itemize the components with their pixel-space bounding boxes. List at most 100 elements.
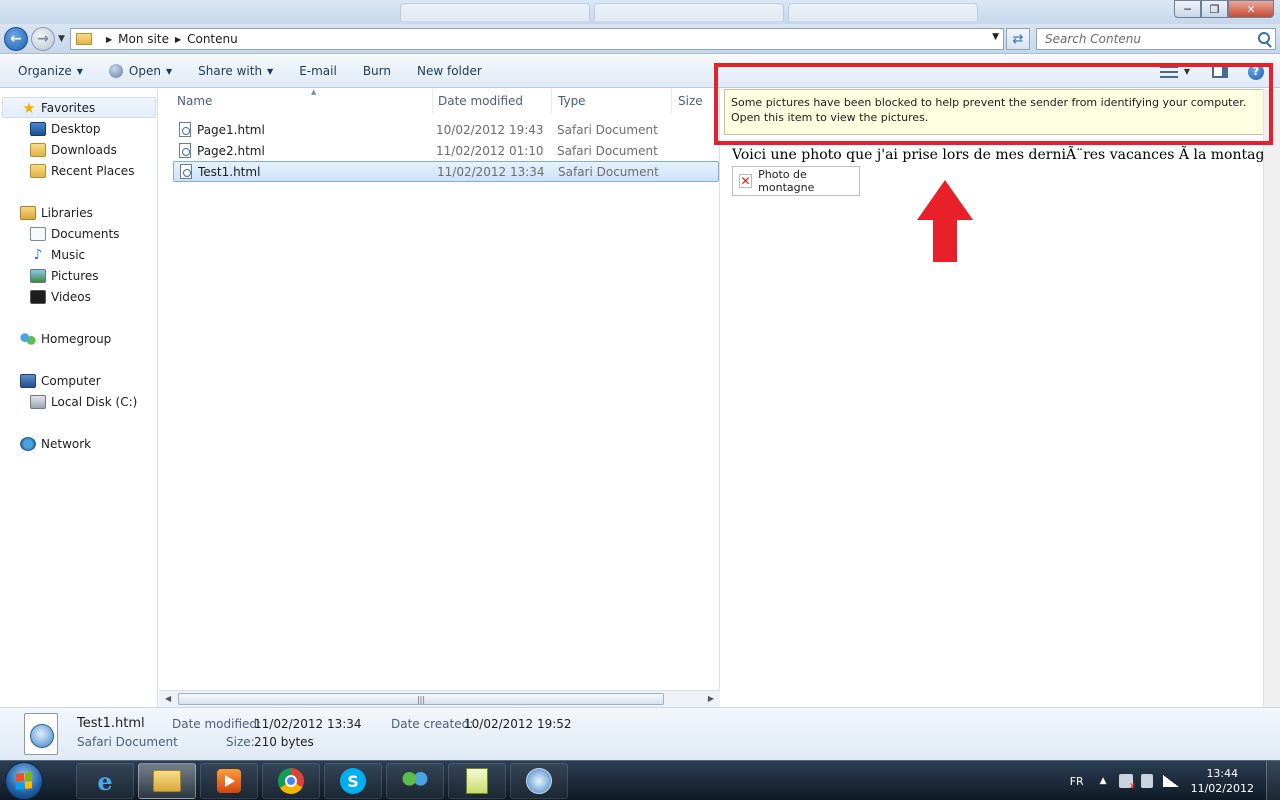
media-player-icon — [217, 769, 241, 793]
language-indicator[interactable]: FR — [1070, 775, 1084, 788]
nav-recent-places[interactable]: Recent Places — [30, 160, 134, 181]
breadcrumb-chevron-icon[interactable]: ▶ — [175, 35, 181, 44]
nav-local-disk-label: Local Disk (C:) — [51, 394, 138, 409]
new-folder-button[interactable]: New folder — [411, 59, 488, 83]
hard-drive-icon — [30, 394, 46, 409]
globe-icon — [108, 64, 123, 78]
background-tab[interactable] — [594, 3, 784, 21]
view-options-dropdown[interactable]: ▼ — [1184, 67, 1190, 76]
sort-ascending-icon: ▲ — [311, 88, 317, 96]
nav-videos[interactable]: Videos — [30, 286, 91, 307]
breadcrumb-chevron-icon[interactable]: ▶ — [106, 35, 112, 44]
email-label: E-mail — [299, 64, 337, 78]
scroll-right-icon[interactable]: ▶ — [708, 694, 714, 703]
scrollbar-thumb[interactable]: ||| — [178, 693, 664, 705]
taskbar-safari[interactable] — [510, 763, 568, 799]
nav-favorites[interactable]: ★ Favorites — [2, 97, 156, 118]
file-name: Test1.html — [198, 164, 261, 179]
nav-homegroup[interactable]: Homegroup — [20, 328, 111, 349]
forward-button[interactable]: → — [31, 27, 55, 51]
details-pane: Test1.html Safari Document Date modified… — [0, 707, 1280, 760]
column-name-label: Name — [177, 94, 213, 108]
minimize-button[interactable]: ─ — [1174, 0, 1201, 18]
recent-pages-dropdown[interactable]: ▼ — [58, 34, 65, 44]
messenger-users-icon — [401, 770, 429, 792]
help-icon[interactable]: ? — [1248, 63, 1264, 80]
horizontal-scrollbar[interactable]: ◀ ||| ▶ — [159, 690, 720, 707]
search-box[interactable] — [1036, 28, 1276, 50]
organize-button[interactable]: Organize ▼ — [12, 59, 89, 83]
documents-icon — [30, 226, 46, 241]
taskbar-ie[interactable]: e — [76, 763, 134, 799]
address-bar-row: ← → ▼ ▶ Mon site ▶ Contenu ▼ ⇄ — [0, 24, 1280, 54]
address-history-dropdown[interactable]: ▼ — [992, 32, 999, 42]
taskbar-notepad[interactable] — [448, 763, 506, 799]
nav-music[interactable]: ♪ Music — [30, 244, 86, 265]
clock-date: 11/02/2012 — [1190, 782, 1254, 795]
action-center-icon[interactable] — [1118, 774, 1137, 792]
file-row-test1[interactable]: Test1.html 11/02/2012 13:34 Safari Docum… — [173, 161, 719, 182]
taskbar-skype[interactable]: S — [324, 763, 382, 799]
nav-desktop[interactable]: Desktop — [30, 118, 101, 139]
power-icon[interactable] — [1140, 774, 1153, 788]
taskbar-media-player[interactable] — [200, 763, 258, 799]
show-hidden-icons-icon[interactable]: ▲ — [1100, 776, 1107, 786]
view-options-icon[interactable] — [1159, 65, 1178, 78]
search-input[interactable] — [1045, 32, 1245, 46]
breadcrumb-mon-site[interactable]: Mon site — [118, 32, 169, 46]
network-signal-icon[interactable] — [1162, 775, 1179, 787]
email-button[interactable]: E-mail — [293, 59, 343, 83]
address-bar[interactable]: ▶ Mon site ▶ Contenu ▼ — [70, 28, 1004, 50]
background-tab[interactable] — [788, 3, 978, 21]
nav-network[interactable]: Network — [20, 433, 91, 454]
blocked-pictures-infobar[interactable]: Some pictures have been blocked to help … — [724, 89, 1274, 135]
column-header-type[interactable]: Type — [552, 89, 672, 113]
background-tab[interactable] — [400, 3, 590, 21]
column-header-date-modified[interactable]: Date modified — [432, 89, 552, 113]
preview-body-text: Voici une photo que j'ai prise lors de m… — [732, 147, 1280, 163]
refresh-button[interactable]: ⇄ — [1006, 28, 1030, 50]
column-type-label: Type — [558, 94, 586, 108]
minimize-icon: ─ — [1184, 2, 1191, 16]
broken-image-icon: ✕ — [739, 174, 753, 188]
navigation-pane: ★ Favorites Desktop Downloads Recent Pla… — [0, 89, 158, 707]
burn-button[interactable]: Burn — [357, 59, 397, 83]
open-label: Open — [128, 64, 161, 78]
column-header-name[interactable]: Name ▲ — [171, 88, 433, 113]
search-icon[interactable] — [1258, 32, 1270, 44]
details-size-value: 210 bytes — [254, 735, 314, 749]
show-desktop-button[interactable] — [1266, 761, 1280, 800]
clock[interactable]: 13:44 11/02/2012 — [1191, 766, 1254, 796]
open-button[interactable]: Open ▼ — [103, 59, 178, 83]
nav-computer[interactable]: Computer — [20, 370, 101, 391]
close-button[interactable]: ✕ — [1228, 0, 1274, 18]
nav-local-disk[interactable]: Local Disk (C:) — [30, 391, 137, 412]
nav-documents[interactable]: Documents — [30, 223, 119, 244]
nav-libraries[interactable]: Libraries — [20, 202, 93, 223]
breadcrumb-contenu[interactable]: Contenu — [187, 32, 238, 46]
taskbar-messenger[interactable] — [386, 763, 444, 799]
scroll-left-icon[interactable]: ◀ — [165, 694, 171, 703]
share-with-button[interactable]: Share with ▼ — [192, 59, 279, 83]
homegroup-icon — [20, 331, 36, 346]
file-type: Safari Document — [558, 164, 659, 179]
grip-icon: ||| — [416, 694, 426, 704]
nav-pictures[interactable]: Pictures — [30, 265, 99, 286]
burn-label: Burn — [362, 64, 391, 78]
back-button[interactable]: ← — [4, 27, 28, 51]
file-row-page1[interactable]: Page1.html 10/02/2012 19:43 Safari Docum… — [173, 119, 719, 140]
taskbar-chrome[interactable] — [262, 763, 320, 799]
column-header-size[interactable]: Size — [672, 89, 720, 113]
nav-homegroup-label: Homegroup — [41, 331, 112, 346]
nav-downloads[interactable]: Downloads — [30, 139, 117, 160]
recent-places-icon — [30, 163, 46, 178]
start-button[interactable] — [5, 762, 43, 800]
computer-icon — [20, 373, 36, 388]
taskbar-explorer[interactable] — [138, 763, 196, 799]
vertical-scrollbar[interactable] — [1263, 89, 1280, 707]
file-date: 11/02/2012 01:10 — [436, 143, 544, 158]
details-date-created-value: 10/02/2012 19:52 — [464, 717, 572, 731]
maximize-button[interactable]: ❐ — [1201, 0, 1228, 18]
file-row-page2[interactable]: Page2.html 11/02/2012 01:10 Safari Docum… — [173, 140, 719, 161]
preview-pane-icon[interactable] — [1212, 65, 1228, 78]
